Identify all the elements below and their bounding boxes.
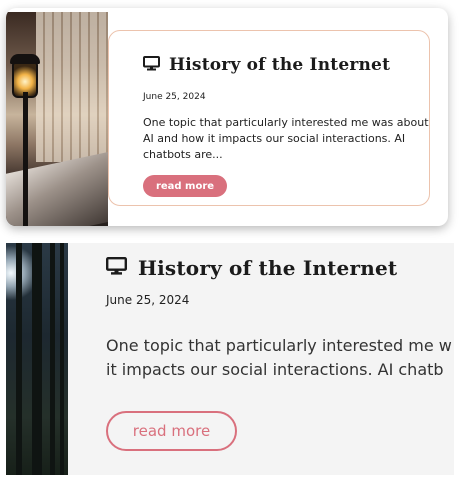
post-excerpt: One topic that particularly interested m… [143,116,429,161]
card-title[interactable]: History of the Internet [169,55,390,75]
blog-card-large: History of the Internet June 25, 2024 On… [6,243,454,475]
post-date: June 25, 2024 [143,92,206,102]
post-excerpt: One topic that particularly interested m… [106,334,454,382]
card-title-row: History of the Internet [106,256,397,280]
card-title-row: History of the Internet [143,55,390,75]
read-more-button[interactable]: read more [106,411,237,451]
card-title[interactable]: History of the Internet [138,256,397,280]
post-excerpt-line: it impacts our social interactions. AI c… [106,360,444,379]
post-date: June 25, 2024 [106,293,190,307]
computer-monitor-icon [106,257,128,279]
street-lamp-photo [6,12,108,226]
computer-monitor-icon [143,55,160,75]
post-excerpt-line: One topic that particularly interested m… [106,336,452,355]
read-more-button[interactable]: read more [143,175,227,197]
blog-card-compact: History of the Internet June 25, 2024 On… [6,8,448,226]
card-content: History of the Internet June 25, 2024 On… [108,30,430,206]
forest-photo [6,243,68,475]
